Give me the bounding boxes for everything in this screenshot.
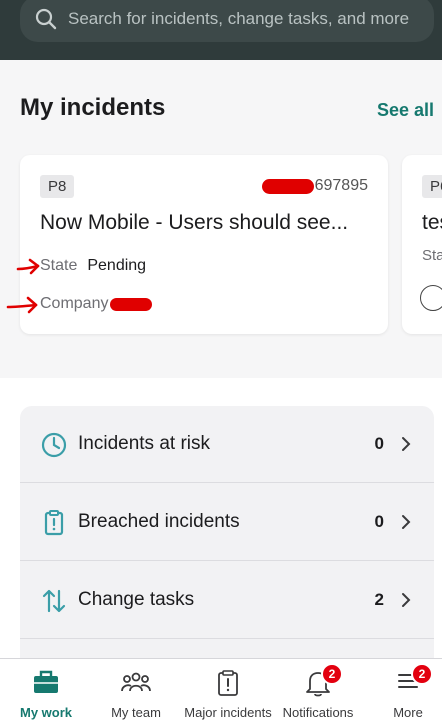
- list-item-label: Breached incidents: [78, 511, 240, 532]
- incident-number: 697895: [261, 177, 368, 195]
- bottom-nav: My work My team Major incidents 2 Notifi…: [0, 658, 442, 725]
- clipboard-alert-icon: [218, 670, 238, 696]
- list-item-count: 2: [374, 590, 384, 609]
- clipboard-alert-icon: [44, 510, 64, 536]
- nav-label: Notifications: [282, 705, 354, 720]
- see-all-link[interactable]: See all: [377, 100, 434, 121]
- state-label: State: [40, 257, 78, 274]
- state-label: Sta: [422, 247, 442, 264]
- list-item-count: 0: [374, 512, 384, 531]
- state-field: State Pending: [40, 257, 146, 275]
- sort-arrows-icon: [42, 589, 66, 613]
- priority-badge: P8: [40, 175, 75, 198]
- incident-title: Now Mobile - Users should see...: [40, 211, 349, 234]
- more-badge: 2: [411, 663, 433, 685]
- top-header: Search for incidents, change tasks, and …: [0, 0, 442, 60]
- annotation-arrow-icon: [6, 296, 38, 314]
- search-icon: [35, 8, 57, 30]
- list-item-breached-incidents[interactable]: Breached incidents 0: [20, 484, 434, 561]
- nav-item-my-work[interactable]: My work: [14, 659, 78, 725]
- incident-title: tes: [422, 211, 442, 234]
- list-container: Incidents at risk 0 Breached incidents 0: [20, 406, 434, 686]
- list-item-count: 0: [374, 434, 384, 453]
- nav-label: My work: [19, 705, 72, 720]
- team-icon: [121, 672, 151, 692]
- avatar: [420, 285, 442, 311]
- list-item-incidents-at-risk[interactable]: Incidents at risk 0: [20, 406, 434, 483]
- annotation-arrow-icon: [16, 258, 40, 275]
- list-item-label: Incidents at risk: [78, 433, 210, 454]
- briefcase-icon: [34, 670, 58, 693]
- search-input[interactable]: Search for incidents, change tasks, and …: [20, 0, 434, 42]
- search-placeholder: Search for incidents, change tasks, and …: [68, 9, 410, 28]
- list-item-change-tasks[interactable]: Change tasks 2: [20, 562, 434, 639]
- chevron-right-icon: [402, 593, 411, 607]
- nav-item-more[interactable]: 2 More: [386, 659, 433, 725]
- redaction-mark: [110, 297, 153, 311]
- company-field: Company: [40, 295, 153, 313]
- work-lists: Incidents at risk 0 Breached incidents 0: [0, 378, 442, 686]
- my-incidents-section: My incidents See all P8 697895 Now Mobil…: [0, 60, 442, 378]
- incident-card[interactable]: P8 697895 Now Mobile - Users should see.…: [20, 155, 388, 334]
- company-label: Company: [40, 295, 109, 312]
- incident-card[interactable]: P6 tes Sta: [402, 155, 442, 334]
- nav-item-my-team[interactable]: My team: [104, 659, 168, 725]
- chevron-right-icon: [402, 437, 411, 451]
- nav-item-major-incidents[interactable]: Major incidents: [184, 659, 272, 725]
- redaction-mark: [261, 178, 314, 194]
- nav-label: Major incidents: [184, 705, 272, 720]
- list-item-label: Change tasks: [78, 589, 195, 610]
- incident-number-suffix: 697895: [314, 177, 368, 194]
- priority-badge: P6: [422, 175, 442, 198]
- nav-label: My team: [111, 705, 161, 720]
- clock-icon: [41, 432, 67, 458]
- section-title: My incidents: [20, 94, 166, 121]
- nav-label: More: [393, 705, 423, 720]
- state-value: Pending: [87, 257, 147, 274]
- chevron-right-icon: [402, 515, 411, 529]
- notification-badge: 2: [321, 663, 343, 685]
- nav-item-notifications[interactable]: 2 Notifications: [276, 659, 360, 725]
